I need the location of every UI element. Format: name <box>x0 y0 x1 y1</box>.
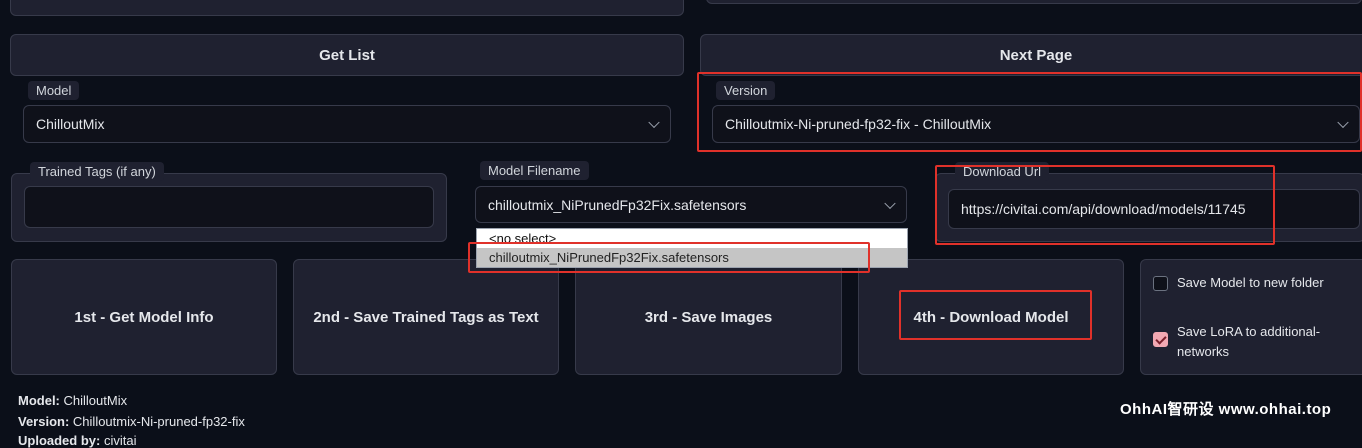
save-model-new-folder-checkbox[interactable] <box>1153 276 1168 291</box>
chevron-down-icon <box>648 116 660 129</box>
version-highlight <box>697 72 1362 152</box>
download-url-highlight <box>935 165 1275 245</box>
top-panel-right <box>706 0 1362 4</box>
model-filename-value: chilloutmix_NiPrunedFp32Fix.safetensors <box>488 196 747 213</box>
download-model-highlight <box>899 290 1092 340</box>
save-images-button[interactable]: 3rd - Save Images <box>575 259 842 375</box>
model-select[interactable]: ChilloutMix <box>23 105 671 143</box>
model-select-value: ChilloutMix <box>36 116 105 132</box>
chevron-down-icon <box>884 197 896 209</box>
trained-tags-input[interactable] <box>24 186 434 228</box>
save-model-new-folder-label: Save Model to new folder <box>1177 275 1324 290</box>
save-lora-checkbox[interactable] <box>1153 332 1168 347</box>
option-highlight <box>468 242 870 273</box>
version-info-line: Version: Chilloutmix-Ni-pruned-fp32-fix <box>18 414 245 429</box>
uploaded-info-line: Uploaded by: civitai <box>18 433 137 448</box>
model-filename-select[interactable]: chilloutmix_NiPrunedFp32Fix.safetensors <box>475 186 907 223</box>
watermark: OhhAI智研设 www.ohhai.top <box>1120 401 1332 418</box>
save-lora-label: Save LoRA to additional- networks <box>1177 324 1321 359</box>
top-panel-left <box>10 0 684 16</box>
next-page-button[interactable]: Next Page <box>700 34 1362 76</box>
model-info-line: Model: ChilloutMix <box>18 393 128 408</box>
get-model-info-button[interactable]: 1st - Get Model Info <box>11 259 277 375</box>
trained-tags-label: Trained Tags (if any) <box>30 162 164 181</box>
get-list-button[interactable]: Get List <box>10 34 684 76</box>
model-filename-label: Model Filename <box>480 161 589 180</box>
save-trained-tags-button[interactable]: 2nd - Save Trained Tags as Text <box>293 259 559 375</box>
model-label: Model <box>28 81 80 100</box>
